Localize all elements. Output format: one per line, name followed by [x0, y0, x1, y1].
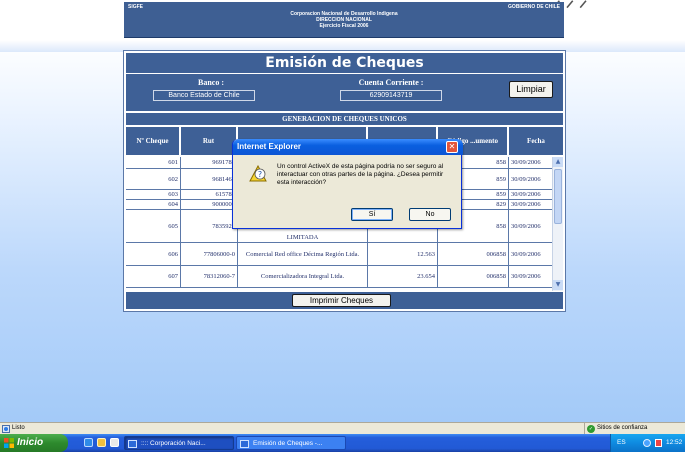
dialog-message: Un control ActiveX de esta página podría…	[277, 163, 444, 186]
cell-nombre: Comercializadora Integral Ltda.	[238, 266, 368, 287]
col-rut-header: Rut	[181, 127, 237, 155]
start-button[interactable]: Inicio	[0, 434, 68, 452]
dialog-title: Internet Explorer	[233, 139, 463, 155]
cell-rut: 9691781	[181, 157, 238, 168]
cell-cheque: 605	[126, 210, 181, 242]
svg-text:?: ?	[258, 170, 262, 179]
cell-cheque: 606	[126, 243, 181, 265]
zone-label: Sitios de confianza	[597, 425, 648, 431]
check-icon: ✓	[587, 425, 595, 433]
scroll-down-icon[interactable]: ▼	[553, 280, 563, 290]
site-banner: SIGFE GOBIERNO DE CHILE Corporacion Naci…	[124, 2, 564, 38]
cell-rut: 7835920	[181, 210, 238, 242]
cell-cheque: 601	[126, 157, 181, 168]
cell-monto: 12.563	[368, 243, 438, 265]
cell-monto: 23.654	[368, 266, 438, 287]
taskbar: Inicio :::: Corporación Naci... Emisión …	[0, 434, 685, 452]
status-text: Listo	[12, 425, 25, 431]
cell-cheque: 602	[126, 169, 181, 189]
scroll-thumb[interactable]	[554, 169, 562, 224]
table-row[interactable]: 607 78312060-7 Comercializadora Integral…	[126, 266, 552, 288]
cell-rut: 78312060-7	[181, 266, 238, 287]
col-cheque-header: Nº Cheque	[126, 127, 180, 155]
security-alert-icon[interactable]	[655, 439, 662, 447]
language-indicator[interactable]: ES	[617, 434, 626, 452]
cell-codigo: 006858	[438, 243, 509, 265]
task-corporacion[interactable]: :::: Corporación Naci...	[124, 436, 234, 450]
start-label: Inicio	[17, 437, 44, 448]
cell-fecha: 30/09/2006	[511, 201, 541, 208]
task-emision[interactable]: Emisión de Cheques -...	[236, 436, 346, 450]
quicklaunch-folder-icon[interactable]	[97, 438, 106, 447]
page-title: Emisión de Cheques	[126, 53, 563, 73]
table-scrollbar[interactable]: ▲ ▼	[552, 157, 563, 291]
cell-rut: 9000000	[181, 200, 238, 209]
cell-nombre: Comercial Red office Décima Región Ltda.	[238, 243, 368, 265]
cell-fecha: 30/09/2006	[511, 175, 541, 183]
windows-flag-icon	[4, 438, 14, 448]
cell-fecha: 30/09/2006	[511, 222, 541, 230]
status-bar: Listo ✓ Sitios de confianza	[0, 422, 685, 434]
quicklaunch-desktop-icon[interactable]	[110, 438, 119, 447]
cell-fecha: 30/09/2006	[511, 159, 541, 166]
banco-label: Banco :	[198, 78, 224, 87]
cell-rut: 9681461	[181, 169, 238, 189]
col-fecha-header: Fecha	[509, 127, 563, 155]
security-zone: ✓ Sitios de confianza	[584, 423, 647, 434]
yes-button[interactable]: Sí	[351, 208, 393, 221]
imprimir-cheques-button[interactable]: Imprimir Cheques	[292, 294, 391, 307]
cell-codigo: 006858	[438, 266, 509, 287]
activex-dialog: Internet Explorer ✕ ? Un control ActiveX…	[232, 139, 463, 229]
task-emision-label: Emisión de Cheques -...	[253, 440, 323, 447]
cell-fecha: 30/09/2006	[511, 250, 541, 258]
ie-window-icon	[240, 440, 249, 448]
task-corporacion-label: :::: Corporación Naci...	[141, 440, 206, 447]
cell-fecha: 30/09/2006	[511, 273, 541, 280]
browser-chrome-fragment: ᐟᐟᐟ	[552, 0, 592, 21]
no-button[interactable]: No	[409, 208, 451, 221]
section-title: GENERACION DE CHEQUES UNICOS	[126, 113, 563, 125]
cell-fecha: 30/09/2006	[511, 191, 541, 198]
system-tray: ES 12:52	[610, 434, 685, 452]
banner-line-3: Ejercicio Fiscal 2006	[319, 23, 369, 29]
banner-left-text: SIGFE	[128, 4, 144, 10]
cell-rut: 615781	[181, 190, 238, 199]
banner-right-text: GOBIERNO DE CHILE	[508, 4, 560, 10]
cuenta-label: Cuenta Corriente :	[358, 78, 424, 87]
banner-center: Corporacion Nacional de Desarrollo Indig…	[124, 11, 564, 29]
dialog-close-icon[interactable]: ✕	[446, 141, 458, 153]
table-row[interactable]: 606 77806000-0 Comercial Red office Déci…	[126, 243, 552, 266]
limpiar-button[interactable]: Limpiar	[509, 81, 553, 98]
cell-cheque: 607	[126, 266, 181, 287]
warning-question-icon: ?	[249, 165, 267, 182]
cell-rut: 77806000-0	[181, 243, 238, 265]
cell-cheque: 603	[126, 190, 181, 199]
scroll-up-icon[interactable]: ▲	[553, 157, 563, 167]
network-icon[interactable]	[643, 439, 651, 447]
quicklaunch-ie-icon[interactable]	[84, 438, 93, 447]
ie-window-icon	[128, 440, 137, 448]
cuenta-field[interactable]: 62909143719	[340, 90, 442, 101]
page-icon	[2, 425, 10, 433]
cell-cheque: 604	[126, 200, 181, 209]
clock[interactable]: 12:52	[666, 434, 682, 452]
button-bar: Imprimir Cheques	[126, 292, 563, 309]
banco-field[interactable]: Banco Estado de Chile	[153, 90, 255, 101]
